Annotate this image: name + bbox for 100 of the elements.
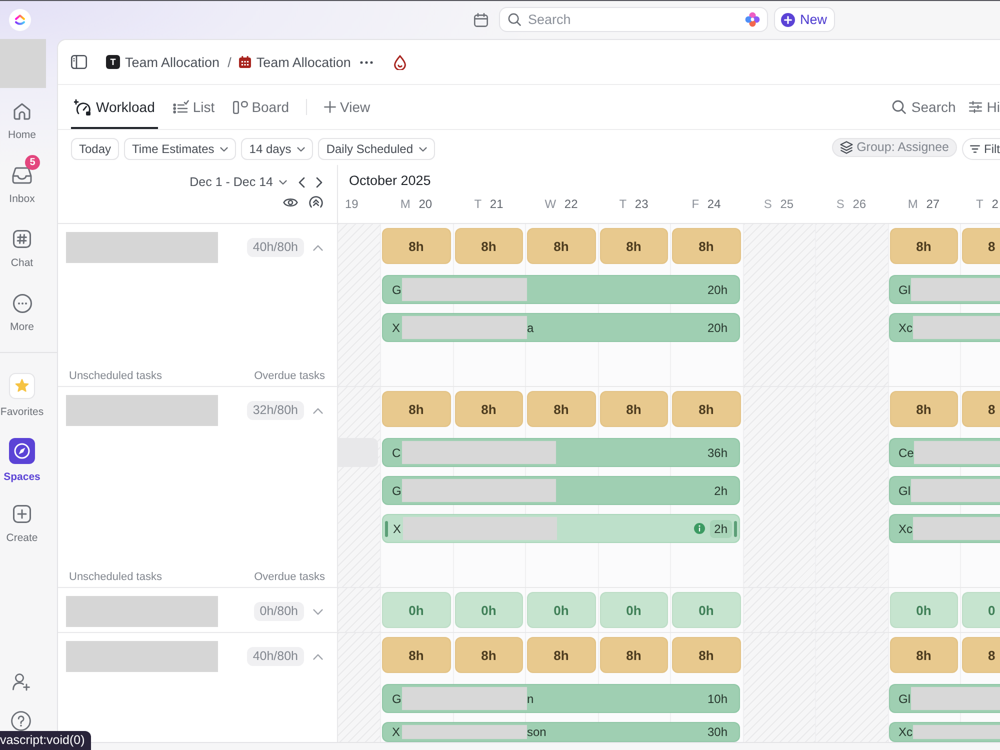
plus-square-icon [13,505,31,523]
chevron-left-icon[interactable] [298,176,305,188]
task-title-fragment: G [392,282,402,296]
day-header: S 25 [764,197,794,211]
chevron-up-icon[interactable] [313,654,323,660]
capacity-cell: 8h [672,637,740,673]
filter-button[interactable]: Filt [962,138,1000,160]
home-icon [13,102,31,120]
sidebar-item[interactable]: 5 Inbox [0,156,44,214]
view-tab[interactable]: Board [230,85,292,129]
task-title-fragment: G [392,484,402,498]
task-title-fragment: Gl [898,692,910,706]
task-title-fragment: C [392,446,402,460]
more-icon[interactable] [360,60,373,64]
date-range-button[interactable]: Dec 1 - Dec 14 [190,175,287,189]
task-bar[interactable]: G 20h [382,275,740,304]
logo-icon[interactable] [9,8,31,30]
capacity-cell: 8h [527,228,596,264]
inbox-icon [12,166,32,184]
task-bar[interactable]: Gl [888,275,1000,304]
dropdown-button[interactable]: Daily Scheduled [318,138,436,160]
unscheduled-tasks-label[interactable]: Unscheduled tasks [69,571,162,584]
task-bar[interactable]: Gl [888,684,1000,713]
eye-icon[interactable] [283,196,298,208]
task-hours: 10h [707,692,728,706]
task-title-fragment: Xc [898,522,913,536]
capacity-cell: 8 [962,228,1000,264]
task-bar[interactable]: G 2h [382,476,740,505]
capacity-cell: 8h [672,228,740,264]
capacity-cell: 0 [962,592,1000,628]
chevron-down-icon[interactable] [419,146,428,152]
search-button[interactable]: Search [892,99,956,115]
dropdown-button[interactable]: 14 days [241,138,314,160]
capacity-cell: 8 [962,391,1000,427]
overdue-tasks-label[interactable]: Overdue tasks [254,571,325,584]
chevron-down-icon[interactable] [313,608,323,614]
task-bar[interactable]: Xc [888,722,1000,742]
search-icon [508,13,521,26]
info-icon[interactable] [694,523,706,534]
sidebar-item[interactable]: Home [0,92,44,150]
task-hours: 36h [707,446,728,460]
task-bar[interactable]: X a 20h [382,313,740,342]
capacity-cell: 0h [454,592,523,628]
toolbar-button[interactable]: Today [71,138,120,160]
sidebar-item[interactable]: More [0,284,44,342]
calendar-icon[interactable] [474,12,488,26]
flower-icon[interactable] [744,12,760,27]
task-bar[interactable]: G n 10h [382,684,740,713]
task-bar[interactable]: X 2h [382,514,740,543]
overdue-tasks-label[interactable]: Overdue tasks [254,370,325,383]
day-header: M 27 [908,197,940,211]
day-header: 19 [345,197,358,211]
chevrons-up-circle-icon[interactable] [309,195,323,209]
new-button[interactable]: New [774,7,835,32]
help-icon[interactable] [10,711,30,731]
task-title-fragment: n [527,692,534,706]
day-header: M 20 [400,197,432,211]
day-header: T 23 [619,197,648,211]
hash-icon [13,230,31,248]
view-tab[interactable]: Workload [71,85,158,129]
task-bar[interactable]: Xc [888,313,1000,342]
chevron-down-icon[interactable] [220,146,228,152]
view-tab[interactable]: List [170,85,218,129]
task-title-fragment: a [527,320,534,334]
add-view-button[interactable]: View [321,85,374,129]
task-bar[interactable]: Ce [888,438,1000,467]
sidebar-panel-icon[interactable] [71,55,87,69]
capacity-cell: 8h [600,391,668,427]
resize-handle[interactable] [385,520,388,536]
breadcrumb-link[interactable]: Team Allocation [239,54,351,70]
capacity-cell: 0h [382,592,450,628]
capacity-cell: 8h [382,391,450,427]
sidebar-item[interactable]: Spaces [0,430,44,492]
resize-handle[interactable] [734,520,736,536]
sidebar-item[interactable]: Create [0,495,44,553]
breadcrumb-link[interactable]: T Team Allocation [106,54,220,70]
capacity-cell: 8h [454,228,523,264]
task-bar[interactable]: Gl [888,476,1000,505]
chevron-right-icon[interactable] [316,176,323,188]
add-user-icon[interactable] [12,673,30,691]
task-bar[interactable]: X son 30h [382,722,740,742]
hours-pill: 40h/80h [246,238,304,257]
task-title-fragment: son [527,725,546,739]
task-bar[interactable]: C 36h [382,438,740,467]
drop-icon[interactable] [394,54,406,70]
redacted-block [0,39,46,88]
sidebar-item[interactable]: Chat [0,220,44,278]
chevron-up-icon[interactable] [313,244,323,250]
sidebar-item[interactable]: Favorites [0,365,44,427]
capacity-cell: 8h [600,228,668,264]
dropdown-button[interactable]: Time Estimates [124,138,236,160]
unscheduled-tasks-label[interactable]: Unscheduled tasks [69,370,162,383]
chevron-up-icon[interactable] [313,408,323,414]
task-hours: 20h [707,282,728,296]
chevron-down-icon[interactable] [297,146,306,152]
chevron-down-icon[interactable] [279,180,287,184]
capacity-cell: 8 [962,637,1000,673]
hide-button[interactable]: Hi [968,99,1000,115]
plus-icon [324,101,336,113]
task-bar[interactable]: Xc [888,514,1000,543]
